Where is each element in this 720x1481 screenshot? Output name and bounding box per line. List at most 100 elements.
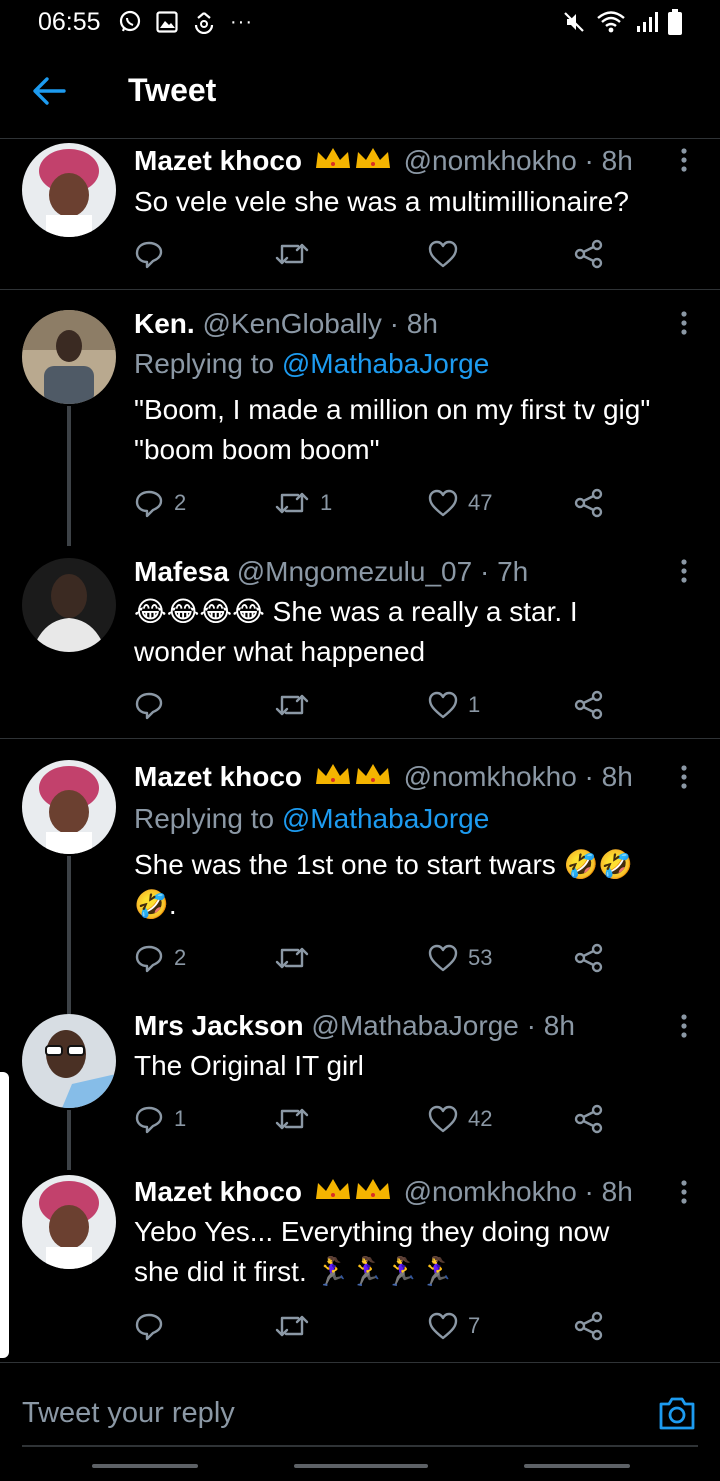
avatar[interactable] [22, 310, 116, 404]
like-count: 42 [468, 1106, 493, 1131]
share-button[interactable] [574, 1103, 604, 1135]
avatar[interactable] [22, 143, 116, 237]
tweet[interactable]: Ken. @KenGlobally · 8h Replying to @Math… [0, 290, 720, 546]
more-options-icon[interactable] [676, 558, 692, 584]
nav-back[interactable] [524, 1464, 630, 1468]
author-name[interactable]: Mrs Jackson [134, 1010, 304, 1041]
crown-emoji-icon [314, 762, 392, 795]
avatar[interactable] [22, 1014, 116, 1108]
tweet-text: Yebo Yes... Everything they doing now sh… [134, 1216, 610, 1287]
mention-link[interactable]: @MathabaJorge [282, 803, 489, 834]
reply-icon [135, 1313, 163, 1341]
author-name[interactable]: Mafesa [134, 556, 229, 587]
system-nav-bar [0, 1458, 720, 1480]
avatar[interactable] [22, 760, 116, 854]
share-button[interactable] [574, 487, 604, 519]
more-options-icon[interactable] [676, 310, 692, 336]
share-icon [574, 690, 603, 720]
tweet[interactable]: Mazet khoco @nomkhokho · 8h So vele vele… [0, 139, 720, 289]
tweet-actions: 7 [134, 1310, 614, 1342]
like-button[interactable]: 42 [428, 1103, 492, 1135]
tweet-time: 8h [601, 145, 633, 176]
crown-emoji-icon [314, 146, 392, 179]
share-icon [574, 488, 603, 518]
whatsapp-icon [119, 10, 141, 32]
status-bar: 06:55 ··· [0, 0, 720, 44]
more-options-icon[interactable] [676, 1013, 692, 1039]
share-icon [574, 943, 603, 973]
heart-icon [428, 240, 458, 268]
nav-recents[interactable] [92, 1464, 198, 1468]
retweet-button[interactable] [274, 942, 320, 974]
more-options-icon[interactable] [676, 1179, 692, 1205]
share-button[interactable] [574, 942, 604, 974]
tweet-time: 8h [543, 1010, 575, 1041]
tweet[interactable]: Mrs Jackson @MathabaJorge · 8h The Origi… [0, 989, 720, 1170]
signal-icon [637, 12, 658, 32]
author-handle: @nomkhokho [403, 761, 577, 792]
tweet-time: 8h [601, 761, 633, 792]
rofl-emoji: 🤣🤣 [563, 849, 634, 880]
reply-button[interactable] [134, 238, 174, 270]
reply-button[interactable] [134, 1310, 174, 1342]
like-button[interactable]: 53 [428, 942, 492, 974]
retweet-button[interactable] [274, 1310, 320, 1342]
author-name[interactable]: Ken. [134, 308, 195, 339]
like-count: 47 [468, 490, 493, 515]
author-name[interactable]: Mazet khoco [134, 761, 302, 792]
top-app-bar: Tweet [0, 44, 720, 139]
reply-button[interactable]: 1 [134, 1103, 186, 1135]
more-options-icon[interactable] [676, 147, 692, 173]
like-button[interactable]: 1 [428, 689, 480, 721]
avatar[interactable] [22, 1175, 116, 1269]
reply-button[interactable]: 2 [134, 487, 186, 519]
back-arrow-icon[interactable] [32, 76, 66, 106]
nav-home[interactable] [294, 1464, 428, 1468]
author-handle: @MathabaJorge [311, 1010, 519, 1041]
share-icon [574, 1104, 603, 1134]
status-time: 06:55 [38, 8, 101, 36]
share-button[interactable] [574, 1310, 604, 1342]
like-button[interactable]: 47 [428, 487, 492, 519]
heart-icon [428, 1105, 458, 1133]
share-button[interactable] [574, 238, 604, 270]
tweet-time: 7h [497, 556, 529, 587]
retweet-button[interactable] [274, 1103, 320, 1135]
tweet-time: 8h [406, 308, 438, 339]
mute-icon [564, 12, 584, 32]
tweet[interactable]: Mazet khoco @nomkhokho · 8h Yebo Yes... … [0, 1149, 720, 1359]
camera-icon[interactable] [658, 1395, 696, 1431]
replying-to: Replying to @MathabaJorge [134, 348, 490, 379]
retweet-icon [275, 694, 309, 716]
author-handle: @nomkhokho [403, 145, 577, 176]
reply-icon [135, 490, 163, 518]
author-handle: @nomkhokho [403, 1176, 577, 1207]
reply-button[interactable] [134, 689, 174, 721]
edge-panel-handle[interactable] [0, 1072, 9, 1358]
retweet-button[interactable]: 1 [274, 487, 332, 519]
crown-emoji-icon [314, 1177, 392, 1210]
more-options-icon[interactable] [676, 764, 692, 790]
tweet-time: 8h [601, 1176, 633, 1207]
input-underline [22, 1445, 698, 1447]
like-button[interactable] [428, 238, 468, 270]
runner-emoji: 🏃‍♀️🏃‍♀️🏃‍♀️🏃‍♀️ [314, 1256, 454, 1287]
share-button[interactable] [574, 689, 604, 721]
laughing-emoji: 😂😂😂😂 [134, 596, 265, 627]
reply-input[interactable]: Tweet your reply [22, 1397, 235, 1430]
battery-icon [668, 9, 682, 35]
tweet-actions: 1 42 [134, 1103, 614, 1135]
retweet-button[interactable] [274, 238, 320, 270]
tweet-actions: 2 53 [134, 942, 614, 974]
author-name[interactable]: Mazet khoco [134, 145, 302, 176]
mention-link[interactable]: @MathabaJorge [282, 348, 489, 379]
avatar[interactable] [22, 558, 116, 652]
author-name[interactable]: Mazet khoco [134, 1176, 302, 1207]
like-button[interactable]: 7 [428, 1310, 480, 1342]
reply-button[interactable]: 2 [134, 942, 186, 974]
tweet[interactable]: Mafesa @Mngomezulu_07 · 7h 😂😂😂😂 She was … [0, 540, 720, 738]
retweet-button[interactable] [274, 689, 320, 721]
tweet[interactable]: Mazet khoco @nomkhokho · 8h Replying to … [0, 739, 720, 1014]
tweet-text: She was the 1st one to start twars 🤣🤣 🤣. [134, 845, 694, 925]
tweet-text: So vele vele she was a multimillionaire? [134, 186, 629, 217]
